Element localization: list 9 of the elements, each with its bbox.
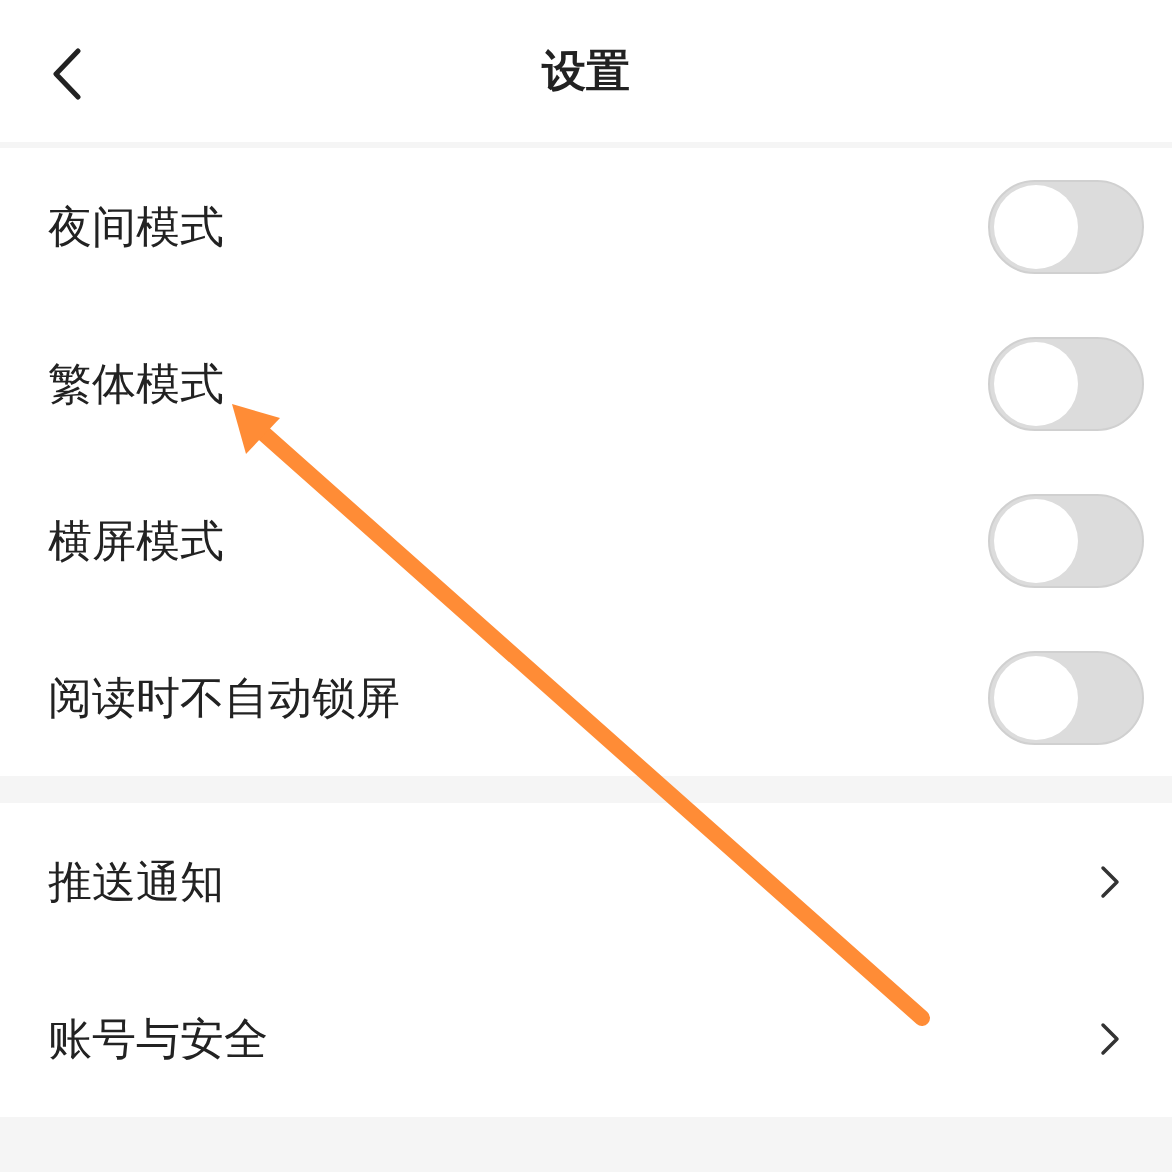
setting-label: 夜间模式 (48, 199, 224, 254)
setting-label: 阅读时不自动锁屏 (48, 670, 400, 725)
setting-label: 推送通知 (48, 854, 224, 909)
chevron-right-icon (1100, 864, 1120, 899)
page-title: 设置 (542, 44, 630, 98)
setting-label: 横屏模式 (48, 513, 224, 568)
setting-label: 账号与安全 (48, 1011, 268, 1066)
chevron-right-icon (1100, 1021, 1120, 1056)
setting-label: 繁体模式 (48, 356, 224, 411)
